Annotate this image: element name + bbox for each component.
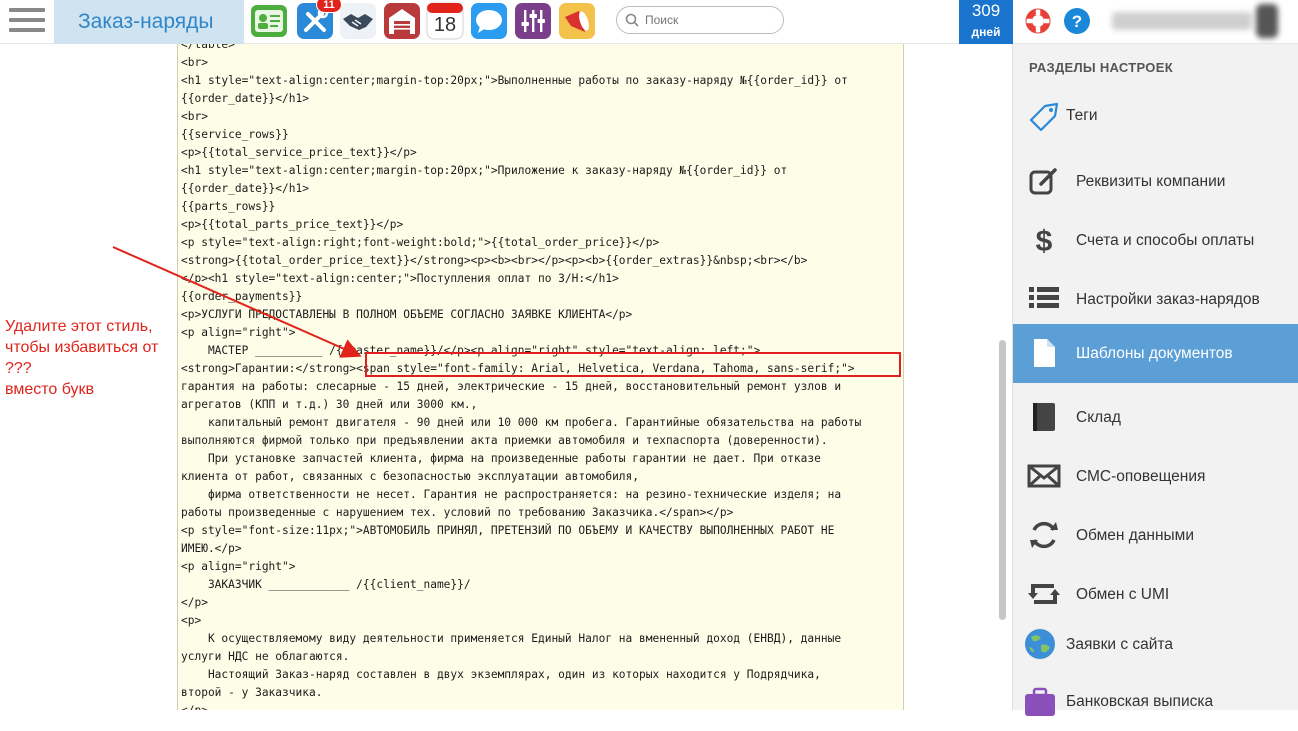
- sidebar-item-document-templates[interactable]: Шаблоны документов: [1013, 324, 1298, 383]
- code-line: {{service_rows}}: [181, 128, 289, 141]
- contacts-icon[interactable]: [250, 2, 288, 40]
- code-line: ЗАКАЗЧИК ____________ /{{client_name}}/: [181, 578, 471, 591]
- code-line: капитальный ремонт двигателя - 90 дней и…: [181, 416, 862, 429]
- user-email[interactable]: [1112, 12, 1252, 30]
- list-icon: [1029, 287, 1059, 308]
- annotation-line-1: Удалите этот стиль,: [5, 318, 153, 335]
- svg-text:$: $: [1036, 225, 1053, 257]
- code-line: агрегатов (КПП и т.д.) 30 дней или 3000 …: [181, 398, 478, 411]
- code-line: клиента от работ, связанных с безопаснос…: [181, 470, 640, 483]
- code-line: К осуществляемому виду деятельности прим…: [181, 632, 842, 645]
- lifebuoy-icon[interactable]: [1024, 7, 1052, 35]
- chat-icon[interactable]: [470, 2, 508, 40]
- code-line: фирма ответственности не несет. Гарантия…: [181, 488, 842, 501]
- tag-icon: [1029, 102, 1059, 132]
- code-content: </table> <br> <h1 style="text-align:center…: [178, 44, 903, 710]
- sidebar-item-label: СМС-оповещения: [1076, 468, 1206, 485]
- equalizer-icon[interactable]: [514, 2, 552, 40]
- code-line: </p>: [181, 702, 903, 710]
- envelope-icon: [1027, 464, 1061, 488]
- code-line: <p align="right">: [181, 326, 296, 339]
- code-line: {{parts_rows}}: [181, 200, 276, 213]
- days-count: 309: [971, 1, 1001, 20]
- days-label: дней: [971, 25, 1001, 39]
- code-line: <br>: [181, 110, 208, 123]
- code-line: Настоящий Заказ-наряд составлен в двух э…: [181, 668, 821, 681]
- code-line: При установке запчастей клиента, фирма н…: [181, 452, 821, 465]
- sidebar-item-warehouse[interactable]: Склад: [1013, 388, 1298, 447]
- code-line: <br>: [181, 56, 208, 69]
- code-line: гарантия на работы: слесарные - 15 дней,…: [181, 380, 842, 393]
- code-line: <p>УСЛУГИ ПРЕДОСТАВЛЕНЫ В ПОЛНОМ ОБЪЕМЕ …: [181, 308, 633, 321]
- menu-icon[interactable]: [9, 8, 45, 34]
- sidebar-item-bank-statement[interactable]: Банковская выписка: [1013, 672, 1298, 731]
- sidebar-item-label: Банковская выписка: [1066, 693, 1214, 710]
- code-line: <h1 style="text-align:center;margin-top:…: [181, 164, 788, 177]
- retweet-icon: [1028, 584, 1060, 604]
- annotation-text: Удалите этот стиль, чтобы избавиться от …: [5, 316, 185, 400]
- sidebar-heading: РАЗДЕЛЫ НАСТРОЕК: [1029, 60, 1173, 75]
- highlight-box: [365, 352, 901, 377]
- subscription-days[interactable]: 309 дней: [959, 0, 1013, 44]
- page-title[interactable]: Заказ-наряды: [54, 0, 244, 44]
- globe-icon: [1025, 629, 1055, 659]
- briefcase-icon: [1025, 687, 1055, 716]
- megaphone-icon[interactable]: [558, 2, 596, 40]
- code-line: услуги НДС не облагаются.: [181, 650, 350, 663]
- warehouse-icon[interactable]: [383, 2, 421, 40]
- sidebar-item-site-requests[interactable]: Заявки с сайта: [1013, 615, 1298, 674]
- help-icon[interactable]: ?: [1063, 7, 1091, 35]
- code-line: <p style="text-align:right;font-weight:b…: [181, 236, 660, 249]
- sync-icon: [1030, 521, 1058, 549]
- code-line: <p align="right">: [181, 560, 296, 573]
- code-line: ИМЕЮ.</p>: [181, 542, 242, 555]
- code-line: </p>: [181, 596, 208, 609]
- dollar-icon: $: [1036, 225, 1053, 257]
- calendar-day: 18: [433, 14, 457, 36]
- search-input[interactable]: [645, 11, 775, 29]
- code-line: работы произведенные с нарушением тех. у…: [181, 506, 734, 519]
- sidebar-item-order-settings[interactable]: Настройки заказ-нарядов: [1013, 270, 1298, 329]
- page-scrollbar[interactable]: [999, 340, 1006, 620]
- sidebar-item-label: Реквизиты компании: [1076, 173, 1226, 190]
- sidebar-item-label: Счета и способы оплаты: [1076, 232, 1255, 249]
- sidebar-item-label: Настройки заказ-нарядов: [1076, 291, 1260, 308]
- code-line: <p>{{total_parts_price_text}}</p>: [181, 218, 404, 231]
- avatar[interactable]: [1256, 4, 1278, 38]
- sidebar-item-label: Заявки с сайта: [1066, 636, 1173, 653]
- top-bar: Заказ-наряды 11 18 Поиск 309 дней ?: [0, 0, 1298, 44]
- code-line: </p><h1 style="text-align:center;">Посту…: [181, 272, 619, 285]
- book-icon: [1033, 403, 1055, 431]
- sidebar-item-label: Теги: [1066, 107, 1098, 124]
- edit-icon: [1029, 168, 1057, 195]
- code-line: {{order_date}}</h1>: [181, 92, 309, 105]
- sidebar-item-label: Шаблоны документов: [1076, 345, 1233, 362]
- svg-text:?: ?: [1072, 12, 1082, 31]
- code-line: выполняются фирмой только при предъявлен…: [181, 434, 828, 447]
- sidebar-item-data-exchange[interactable]: Обмен данными: [1013, 506, 1298, 565]
- sidebar-item-tags[interactable]: Теги: [1013, 86, 1298, 145]
- code-line: <h1 style="text-align:center;margin-top:…: [181, 74, 848, 87]
- annotation-line-3: вместо букв: [5, 381, 95, 398]
- sidebar-item-label: Склад: [1076, 409, 1121, 426]
- annotation-line-2: чтобы избавиться от ???: [5, 339, 159, 377]
- search-icon: [625, 13, 639, 27]
- sidebar-item-label: Обмен данными: [1076, 527, 1194, 544]
- code-line: <p>: [181, 614, 202, 627]
- document-icon: [1034, 339, 1055, 367]
- code-line: </table>: [181, 44, 235, 51]
- handshake-icon[interactable]: [339, 2, 377, 40]
- code-line: <p style="font-size:11px;">АВТОМОБИЛЬ ПР…: [181, 524, 835, 537]
- sidebar-item-sms[interactable]: СМС-оповещения: [1013, 447, 1298, 506]
- sidebar-item-company-details[interactable]: Реквизиты компании: [1013, 152, 1298, 211]
- code-line: <p>{{total_service_price_text}}</p>: [181, 146, 417, 159]
- settings-sidebar: РАЗДЕЛЫ НАСТРОЕК Теги Реквизиты компании…: [1012, 44, 1298, 716]
- sidebar-item-accounts[interactable]: $ Счета и способы оплаты: [1013, 211, 1298, 270]
- template-code-editor[interactable]: </table> <br> <h1 style="text-align:center…: [177, 44, 904, 710]
- code-line: {{order_date}}</h1>: [181, 182, 309, 195]
- search-field[interactable]: [616, 6, 784, 34]
- code-line: второй - у Заказчика.: [181, 686, 323, 699]
- code-line: <strong>{{total_order_price_text}}</stro…: [181, 254, 808, 267]
- code-line: {{order_payments}}: [181, 290, 303, 303]
